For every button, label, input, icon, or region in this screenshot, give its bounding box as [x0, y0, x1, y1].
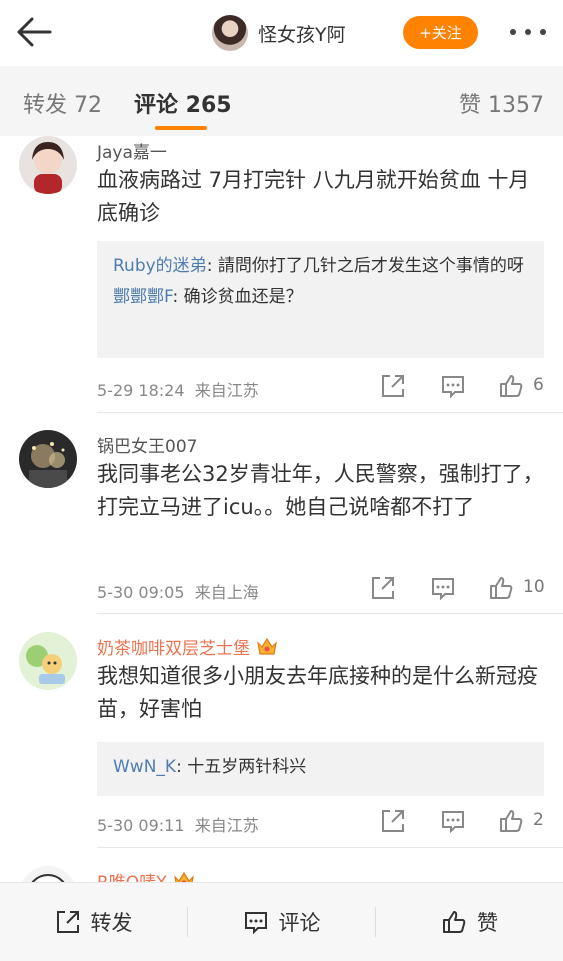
share-icon	[382, 810, 404, 832]
like-comment-button[interactable]	[488, 575, 514, 601]
comment-time: 5-30 09:05	[97, 583, 185, 602]
reply-item: Ruby的迷弟: 請問你打了几针之后才发生这个事情的呀	[113, 251, 528, 282]
avatar-image	[19, 136, 77, 194]
like-count: 10	[523, 577, 545, 597]
vip-crown-icon	[173, 871, 194, 882]
comment-author[interactable]: R唯Q唛Y	[97, 868, 195, 882]
comment-button[interactable]: 评论	[188, 883, 375, 961]
comment-icon	[244, 912, 267, 935]
like-count: 2	[533, 810, 544, 830]
repost-comment-button[interactable]	[370, 575, 396, 601]
reply-author[interactable]: WwN_K	[113, 757, 176, 777]
comment-label: 评论	[278, 911, 321, 935]
like-comment-button[interactable]	[498, 808, 524, 834]
avatar[interactable]	[19, 136, 77, 194]
avatar[interactable]	[19, 430, 77, 488]
like-comment-button[interactable]	[498, 373, 524, 399]
comment-actions: 10	[370, 575, 545, 601]
reply-box[interactable]: WwN_K: 十五岁两针科兴	[97, 742, 544, 796]
reply-text: : 請問你打了几针之后才发生这个事情的呀	[206, 256, 524, 276]
reply-comment-button[interactable]	[430, 575, 456, 601]
comment-text: 血液病路过 7月打完针 八九月就开始贫血 十月底确诊	[97, 168, 530, 225]
comment-divider	[97, 847, 563, 848]
comment-author[interactable]: Jaya嘉一	[97, 138, 167, 163]
tab-likes[interactable]: 赞 1357	[459, 87, 544, 119]
back-arrow-icon	[17, 17, 52, 47]
thumbs-up-icon	[500, 810, 523, 832]
comment-time: 5-29 18:24	[97, 381, 185, 400]
reply-comment-button[interactable]	[440, 373, 466, 399]
reply-text: : 十五岁两针科兴	[176, 757, 307, 777]
share-icon	[382, 375, 404, 397]
more-button[interactable]	[508, 22, 548, 42]
avatar-image	[19, 430, 77, 488]
share-icon	[372, 577, 394, 599]
comment-list: Jaya嘉一 血液病路过 7月打完针 八九月就开始贫血 十月底确诊 Ruby的迷…	[0, 136, 563, 882]
comment-meta: 5-30 09:05 来自上海	[97, 579, 259, 603]
avatar-image	[19, 866, 77, 882]
comment-meta: 5-29 18:24 来自江苏	[97, 377, 259, 401]
tab-reposts[interactable]: 转发 72	[23, 87, 102, 119]
repost-comment-button[interactable]	[380, 808, 406, 834]
repost-comment-button[interactable]	[380, 373, 406, 399]
comment-source: 来自江苏	[194, 816, 259, 835]
comment-author[interactable]: 奶茶咖啡双层芝士堡	[97, 634, 278, 659]
back-button[interactable]	[14, 14, 54, 50]
comment-actions: 2	[380, 808, 550, 834]
thumbs-up-icon	[500, 375, 523, 397]
reply-author[interactable]: 酆酆酆F	[113, 287, 172, 307]
comment-author-name: 奶茶咖啡双层芝士堡	[97, 639, 250, 659]
reply-comment-button[interactable]	[440, 808, 466, 834]
comment-icon	[442, 811, 464, 834]
top-bar: 怪女孩Y阿 +关注	[0, 0, 563, 67]
author-avatar[interactable]	[212, 15, 248, 51]
avatar-image	[19, 632, 77, 690]
repost-label: 转发	[90, 911, 133, 935]
follow-button[interactable]: +关注	[403, 16, 478, 49]
like-count: 6	[533, 375, 544, 395]
vip-crown-icon	[257, 637, 277, 655]
bottom-action-bar: 转发 评论 赞	[0, 882, 563, 961]
comment-author-name: R唯Q唛Y	[97, 873, 167, 882]
reply-author[interactable]: Ruby的迷弟	[113, 256, 207, 276]
page-title-group: 怪女孩Y阿	[212, 14, 346, 52]
avatar[interactable]	[19, 866, 77, 882]
comment-source: 来自上海	[194, 583, 259, 602]
repost-button[interactable]: 转发	[0, 883, 187, 961]
comment-divider	[97, 412, 563, 413]
comment-icon	[442, 376, 464, 399]
reply-text: : 确诊贫血还是？	[172, 287, 303, 307]
comment-actions: 6	[380, 373, 550, 399]
thumbs-up-icon	[443, 911, 466, 933]
like-label: 赞	[477, 911, 498, 935]
comment-icon	[432, 578, 454, 601]
comment-author[interactable]: 锅巴女王007	[97, 432, 197, 457]
comment-meta: 5-30 09:11 来自江苏	[97, 812, 259, 836]
more-dots-icon	[510, 29, 546, 35]
page-title: 怪女孩Y阿	[258, 23, 346, 46]
share-icon	[56, 911, 79, 933]
tab-bar: 转发 72 评论 265 赞 1357	[0, 66, 563, 136]
reply-item: 酆酆酆F: 确诊贫血还是？	[113, 282, 528, 313]
comment-time: 5-30 09:11	[97, 816, 185, 835]
comment-source: 来自江苏	[194, 381, 259, 400]
comment-text: 我同事老公32岁青壮年，人民警察，强制打了，打完立马进了icu。。她自己说啥都不…	[97, 462, 544, 519]
avatar[interactable]	[19, 632, 77, 690]
reply-box[interactable]: Ruby的迷弟: 請問你打了几针之后才发生这个事情的呀 酆酆酆F: 确诊贫血还是…	[97, 241, 544, 358]
tab-comments[interactable]: 评论 265	[134, 87, 232, 119]
like-button[interactable]: 赞	[376, 883, 563, 961]
reply-item: WwN_K: 十五岁两针科兴	[113, 752, 528, 783]
active-tab-indicator	[155, 126, 207, 130]
comment-text: 我想知道很多小朋友去年底接种的是什么新冠疫苗，好害怕	[97, 664, 538, 721]
comment-divider	[97, 613, 563, 614]
thumbs-up-icon	[490, 577, 513, 599]
